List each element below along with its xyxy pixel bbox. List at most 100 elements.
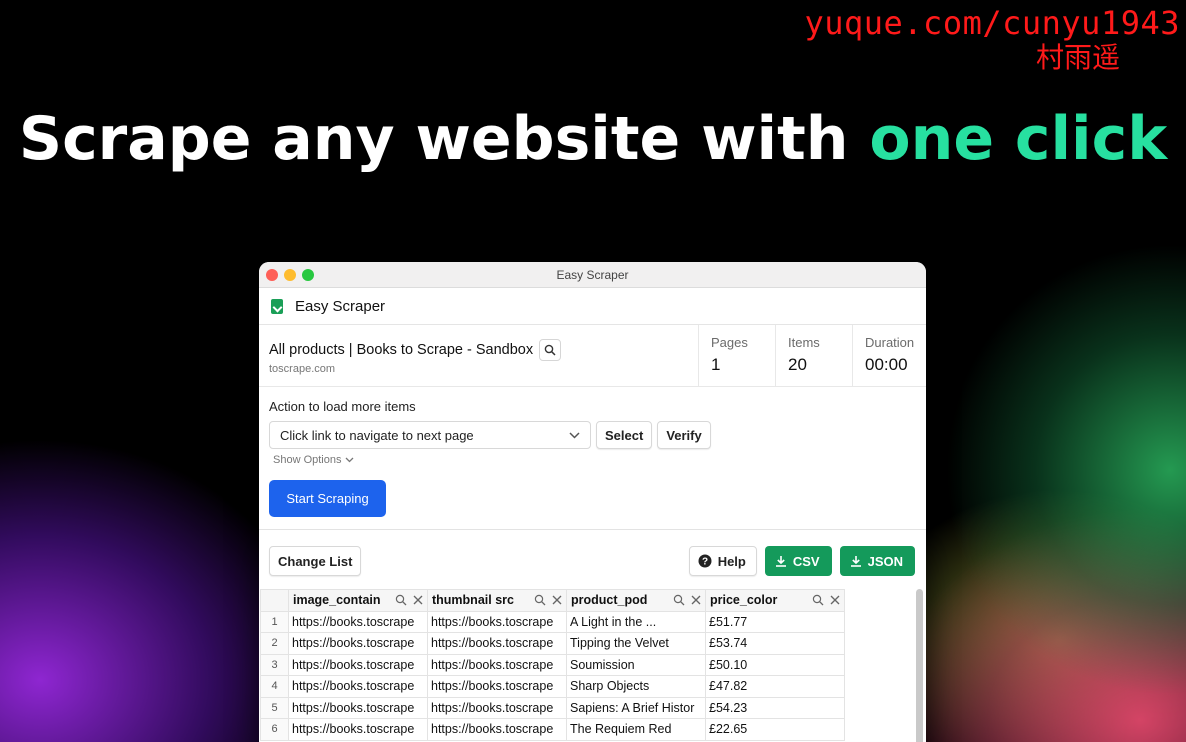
select-button[interactable]: Select	[596, 421, 653, 449]
row-number: 5	[260, 696, 289, 719]
table-row[interactable]: 6 https://books.toscrape https://books.t…	[260, 718, 845, 741]
table-cell[interactable]: Sapiens: A Brief Histor	[566, 696, 706, 719]
stat-label: Pages	[711, 335, 748, 350]
column-header[interactable]: product_pod	[566, 589, 706, 612]
chevron-down-icon	[569, 431, 580, 439]
stat-value: 1	[711, 355, 721, 374]
watermark-author: 村雨遥	[1035, 41, 1120, 74]
row-number-header	[260, 589, 289, 612]
close-icon[interactable]	[413, 595, 423, 605]
table-cell[interactable]: A Light in the ...	[566, 610, 706, 633]
row-number: 4	[260, 675, 289, 698]
table-cell[interactable]: https://books.toscrape	[288, 632, 428, 655]
table-cell[interactable]: Soumission	[566, 653, 706, 676]
table-row[interactable]: 5 https://books.toscrape https://books.t…	[260, 696, 845, 719]
download-icon	[850, 556, 861, 567]
json-label: JSON	[867, 553, 903, 569]
table-cell[interactable]: £22.65	[705, 718, 845, 741]
inspect-page-button[interactable]	[539, 339, 562, 361]
column-header[interactable]: image_contain	[288, 589, 428, 612]
table-cell[interactable]: https://books.toscrape	[427, 653, 567, 676]
close-window-button[interactable]	[266, 269, 278, 281]
search-icon[interactable]	[812, 594, 824, 606]
headline: Scrape any website with one click	[0, 104, 1186, 174]
change-list-button[interactable]: Change List	[269, 546, 362, 576]
column-header[interactable]: price_color	[705, 589, 845, 612]
page-info: All products | Books to Scrape - Sandbox…	[259, 325, 926, 387]
table-cell[interactable]: https://books.toscrape	[427, 610, 567, 633]
table-cell[interactable]: £47.82	[705, 675, 845, 698]
table-cell[interactable]: Tipping the Velvet	[566, 632, 706, 655]
verify-button[interactable]: Verify	[657, 421, 711, 449]
column-name: product_pod	[571, 593, 648, 608]
search-icon[interactable]	[673, 594, 685, 606]
start-scraping-button[interactable]: Start Scraping	[269, 480, 386, 517]
close-icon[interactable]	[552, 595, 562, 605]
chevron-down-icon	[346, 457, 354, 463]
page-domain: toscrape.com	[269, 363, 336, 375]
table-cell[interactable]: Sharp Objects	[566, 675, 706, 698]
watermark-url: yuque.com/cunyu1943	[804, 4, 1180, 42]
stat-label: Duration	[865, 335, 915, 350]
download-json-button[interactable]: JSON	[839, 546, 915, 576]
table-cell[interactable]: https://books.toscrape	[288, 653, 428, 676]
table-cell[interactable]: The Requiem Red	[566, 718, 706, 741]
close-icon[interactable]	[830, 595, 840, 605]
load-more-action-select[interactable]: Click link to navigate to next page	[269, 421, 591, 449]
stat-value: 00:00	[865, 355, 908, 374]
svg-text:?: ?	[702, 557, 708, 568]
row-number: 6	[260, 718, 289, 741]
help-label: Help	[717, 553, 746, 569]
header-row: image_contain thumbnail src product_pod …	[260, 589, 845, 612]
minimize-window-button[interactable]	[284, 269, 296, 281]
table-cell[interactable]: https://books.toscrape	[288, 675, 428, 698]
zoom-window-button[interactable]	[302, 269, 314, 281]
show-options-label: Show Options	[273, 454, 342, 466]
load-more-section: Action to load more items Click link to …	[259, 387, 926, 530]
row-number: 1	[260, 610, 289, 633]
window-controls	[266, 269, 314, 281]
table-cell[interactable]: £51.77	[705, 610, 845, 633]
headline-highlight: one click	[869, 104, 1168, 174]
app-window: Easy Scraper Easy Scraper All products |…	[259, 262, 926, 742]
table-cell[interactable]: https://books.toscrape	[427, 675, 567, 698]
table-cell[interactable]: https://books.toscrape	[427, 632, 567, 655]
help-button[interactable]: ? Help	[688, 546, 757, 576]
row-number: 3	[260, 653, 289, 676]
page-info-main: All products | Books to Scrape - Sandbox…	[259, 325, 698, 386]
column-name: price_color	[710, 593, 778, 608]
download-csv-button[interactable]: CSV	[764, 546, 832, 576]
search-icon	[544, 344, 556, 356]
list-toolbar: Change List ? Help CSV JSON	[259, 530, 926, 576]
window-titlebar: Easy Scraper	[259, 262, 926, 288]
table-cell[interactable]: £53.74	[705, 632, 845, 655]
vertical-scrollbar[interactable]	[916, 589, 923, 742]
column-name: image_contain	[293, 593, 381, 608]
column-header[interactable]: thumbnail src	[427, 589, 567, 612]
table-row[interactable]: 1 https://books.toscrape https://books.t…	[260, 610, 845, 633]
table-row[interactable]: 4 https://books.toscrape https://books.t…	[260, 675, 845, 698]
table-cell[interactable]: https://books.toscrape	[288, 696, 428, 719]
search-icon[interactable]	[534, 594, 546, 606]
table-row[interactable]: 3 https://books.toscrape https://books.t…	[260, 653, 845, 676]
search-icon[interactable]	[395, 594, 407, 606]
table-row[interactable]: 2 https://books.toscrape https://books.t…	[260, 632, 845, 655]
help-icon: ?	[698, 554, 712, 568]
close-icon[interactable]	[691, 595, 701, 605]
table-cell[interactable]: £50.10	[705, 653, 845, 676]
show-options-toggle[interactable]: Show Options	[273, 454, 916, 466]
table-cell[interactable]: £54.23	[705, 696, 845, 719]
stat-pages: Pages 1	[698, 325, 775, 386]
page-title: All products | Books to Scrape - Sandbox	[269, 342, 534, 358]
table-cell[interactable]: https://books.toscrape	[427, 718, 567, 741]
table-cell[interactable]: https://books.toscrape	[288, 718, 428, 741]
selected-action: Click link to navigate to next page	[280, 427, 474, 443]
table-cell[interactable]: https://books.toscrape	[427, 696, 567, 719]
table-cell[interactable]: https://books.toscrape	[288, 610, 428, 633]
app-name: Easy Scraper	[295, 297, 386, 315]
load-more-label: Action to load more items	[269, 399, 416, 414]
column-name: thumbnail src	[432, 593, 514, 608]
window-title: Easy Scraper	[556, 268, 629, 282]
row-number: 2	[260, 632, 289, 655]
stat-items: Items 20	[775, 325, 852, 386]
